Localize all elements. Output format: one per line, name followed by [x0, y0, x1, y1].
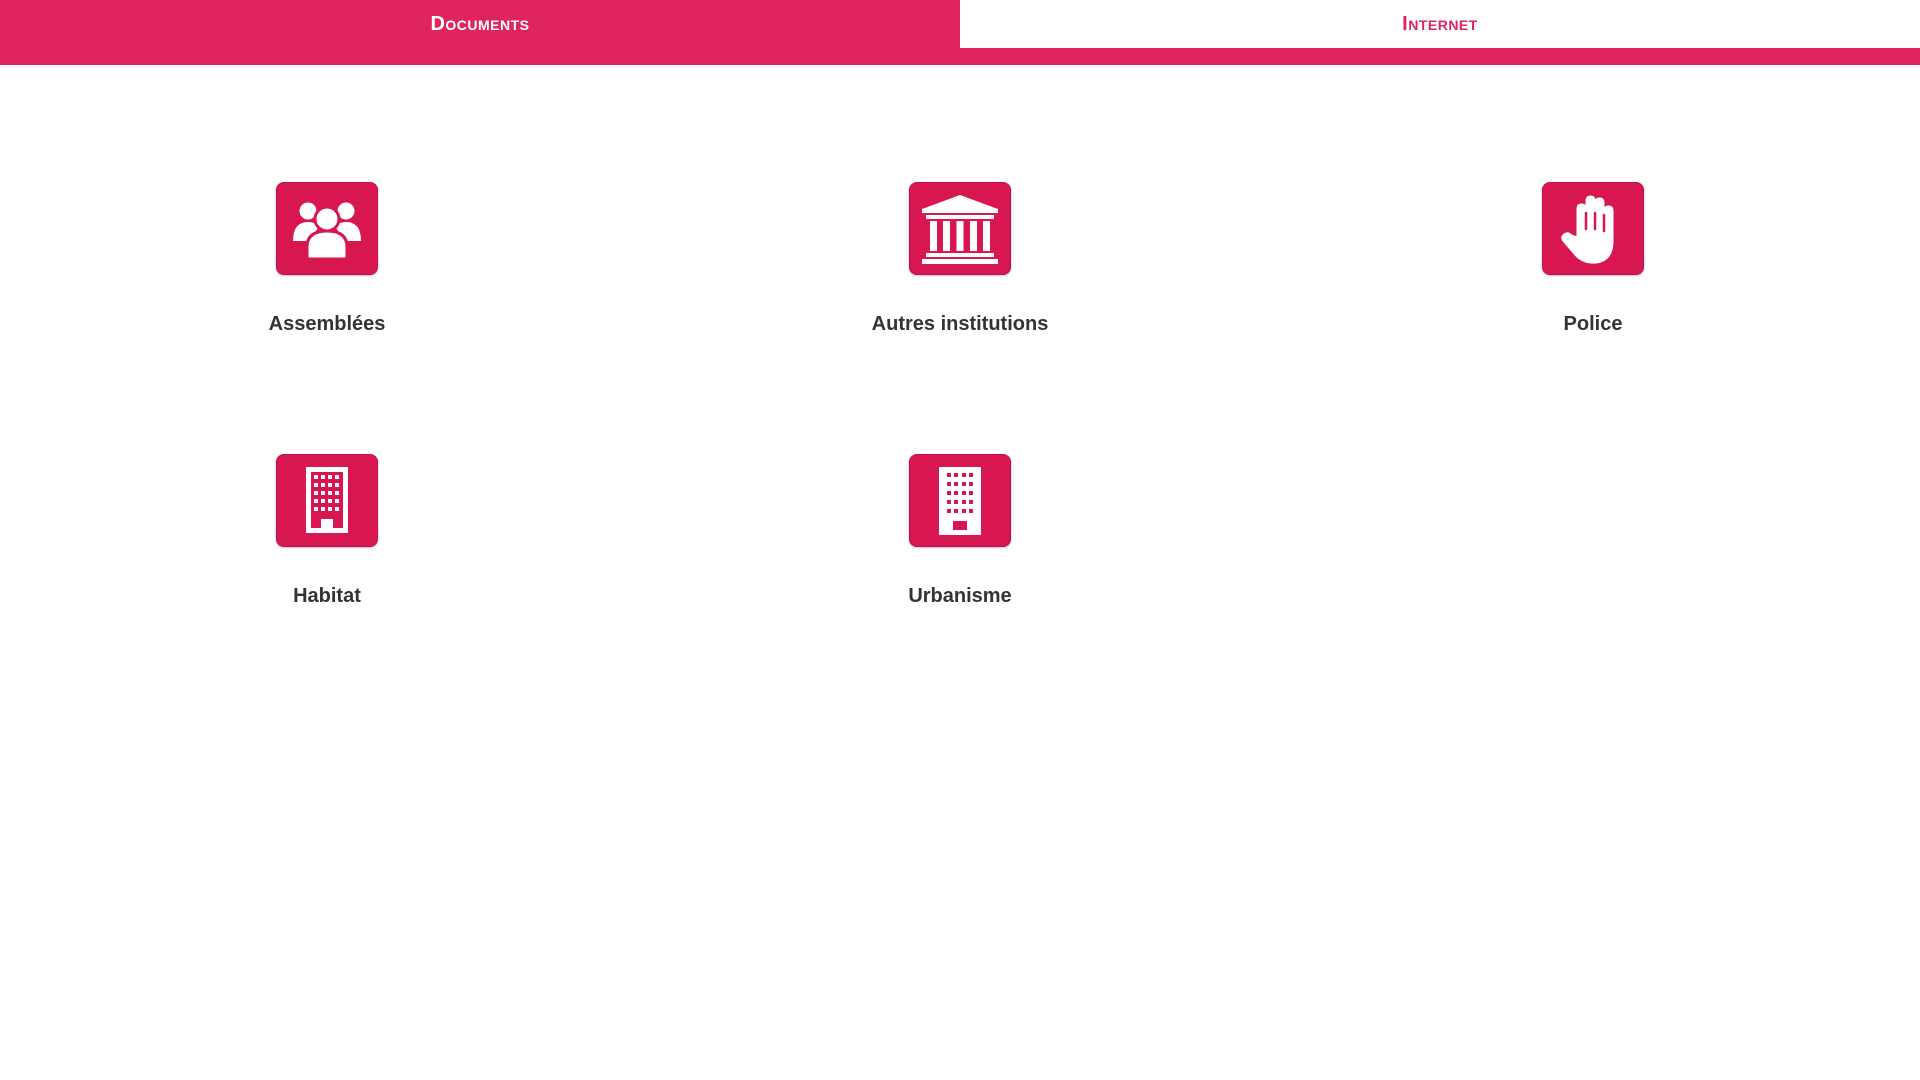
tab-internet[interactable]: Internet: [960, 0, 1920, 48]
hand-stop-icon: [1542, 182, 1644, 275]
tile-label: Assemblées: [268, 313, 386, 335]
tile-habitat[interactable]: Habitat: [127, 454, 527, 634]
top-tab-bar: Documents Internet: [0, 0, 1920, 65]
tile-autres-institutions[interactable]: Autres institutions: [760, 182, 1160, 362]
tile-label: Habitat: [293, 585, 361, 607]
users-group-icon: [276, 182, 378, 275]
building-tower-icon: [909, 454, 1011, 547]
tile-label: Autres institutions: [871, 313, 1049, 335]
tile-police[interactable]: Police: [1393, 182, 1793, 362]
tile-assemblees[interactable]: Assemblées: [127, 182, 527, 362]
institution-icon: [909, 182, 1011, 275]
tile-urbanisme[interactable]: Urbanisme: [760, 454, 1160, 634]
tab-documents[interactable]: Documents: [0, 0, 960, 48]
building-icon: [276, 454, 378, 547]
tile-label: Police: [1563, 313, 1623, 335]
tile-label: Urbanisme: [908, 585, 1012, 607]
